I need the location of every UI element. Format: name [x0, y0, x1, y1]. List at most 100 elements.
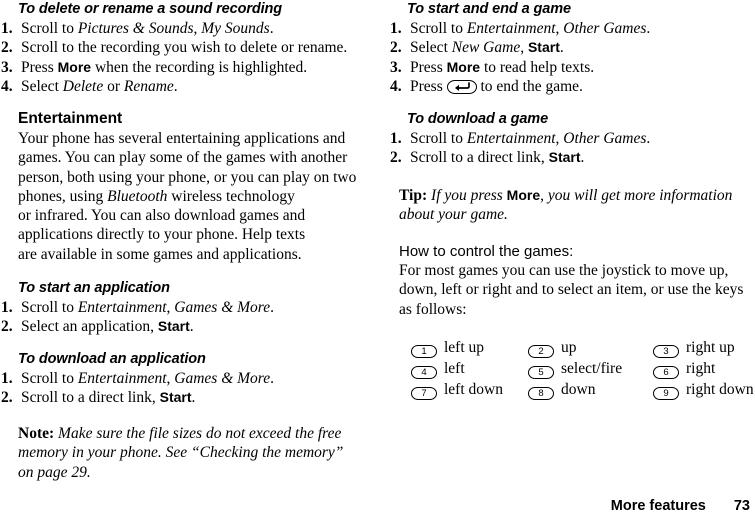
menu-path-part: Entertainment: [466, 130, 556, 147]
steps-download-game: 1. Scroll to Entertainment, Other Games. …: [389, 129, 650, 168]
step-number: 2.: [1, 389, 13, 407]
step-text: Scroll to Pictures & Sounds, My Sounds.: [21, 20, 274, 37]
keypad-key-8-icon: 8: [528, 387, 554, 400]
table-row: 4 left 5 select/fire 6 right: [389, 359, 755, 380]
entertainment-body: Your phone has several entertaining appl…: [18, 129, 356, 264]
list-item: 1. Scroll to Pictures & Sounds, My Sounds…: [0, 19, 347, 38]
key-mapping-cell: 1 left up: [411, 338, 484, 358]
menu-path-part: Entertainment: [77, 370, 167, 387]
step-text-pre: Scroll to: [21, 20, 78, 37]
step-text-post: .: [173, 77, 178, 95]
note-line: Note: Make sure the file sizes do not ex…: [18, 424, 343, 443]
list-item: 2. Scroll to a direct link, Start.: [0, 388, 274, 407]
keypad-key-1-icon: 1: [411, 345, 437, 358]
keypad-key-2-icon: 2: [528, 345, 554, 358]
step-number: 2.: [390, 149, 402, 167]
step-text-pre: Scroll to: [410, 130, 467, 147]
menu-path-part: Delete: [62, 77, 104, 95]
key-mapping-label: down: [561, 381, 596, 398]
step-text-pre: Press: [410, 77, 447, 95]
softkey-label: Start: [527, 39, 560, 56]
key-mapping-cell: 4 left: [411, 359, 465, 379]
step-text-post: to read help texts.: [480, 58, 595, 76]
menu-path-part: Entertainment: [77, 299, 167, 316]
list-item: 2. Select New Game, Start.: [389, 38, 650, 57]
list-item: 1. Scroll to Entertainment, Games & More.: [0, 298, 274, 317]
section-heading-how-to-control: How to control the games:: [399, 243, 574, 260]
softkey-label: More: [446, 58, 481, 75]
keypad-key-7-icon: 7: [411, 387, 437, 400]
step-text-post: .: [646, 20, 651, 37]
softkey-label: Start: [157, 318, 190, 335]
procedure-heading-download-application: To download an application: [18, 351, 206, 367]
tip-text-post: , you will get more information: [540, 187, 733, 204]
key-mapping-cell: 8 down: [528, 380, 595, 400]
key-mapping-label: right: [686, 360, 716, 377]
step-text: Scroll to Entertainment, Games & More.: [21, 299, 274, 316]
step-text: Press to end the game.: [410, 78, 583, 95]
menu-path-part: Games & More: [174, 299, 271, 316]
key-mapping-label: right down: [686, 381, 754, 398]
step-text-pre: Scroll to a direct link,: [21, 389, 160, 407]
step-number: 2.: [1, 318, 13, 336]
manual-page: To delete or rename a sound recording 1.…: [0, 0, 755, 520]
steps-delete-rename-sound: 1. Scroll to Pictures & Sounds, My Sounds…: [0, 19, 347, 96]
table-row: 7 left down 8 down 9 right down: [389, 380, 755, 401]
bluetooth-term: Bluetooth: [107, 187, 168, 205]
tip-text-pre: If you press: [427, 187, 507, 204]
procedure-heading-start-end-game: To start and end a game: [407, 1, 571, 17]
key-mapping-cell: 2 up: [528, 338, 577, 358]
list-item: 2. Scroll to a direct link, Start.: [389, 148, 650, 167]
keypad-key-9-icon: 9: [653, 387, 679, 400]
step-number: 3.: [390, 58, 402, 76]
step-text-pre: Scroll to: [21, 370, 78, 387]
key-mapping-cell: 9 right down: [653, 380, 754, 400]
step-text-post: to end the game.: [476, 77, 583, 95]
steps-start-application: 1. Scroll to Entertainment, Games & More.…: [0, 298, 274, 337]
list-item: 1. Scroll to Entertainment, Other Games.: [389, 129, 650, 148]
step-number: 1.: [390, 20, 402, 37]
keypad-key-4-icon: 4: [411, 366, 437, 379]
note-line: on page 29.: [18, 463, 91, 481]
back-arrow-key-icon: [446, 79, 477, 94]
list-item: 4. Select Delete or Rename.: [0, 77, 347, 96]
step-number: 3.: [1, 58, 13, 76]
step-text: Scroll to a direct link, Start.: [410, 149, 584, 166]
controls-body: For most games you can use the joystick …: [399, 261, 743, 319]
step-text-post: .: [189, 318, 194, 336]
step-number: 2.: [1, 39, 13, 57]
step-number: 1.: [390, 130, 402, 147]
steps-download-application: 1. Scroll to Entertainment, Games & More.…: [0, 369, 274, 408]
procedure-heading-start-application: To start an application: [18, 280, 170, 296]
procedure-heading-download-game: To download a game: [407, 111, 549, 127]
body-line: as follows:: [399, 300, 467, 318]
section-heading-entertainment: Entertainment: [18, 110, 123, 127]
tip-label: Tip:: [399, 187, 428, 204]
key-mapping-label: left: [444, 360, 465, 377]
key-mapping-label: left down: [444, 381, 503, 398]
menu-path-part: My Sounds: [201, 20, 270, 37]
body-line: games. You can play some of the games wi…: [18, 149, 348, 167]
step-text: Scroll to a direct link, Start.: [21, 389, 195, 406]
procedure-heading-delete-rename-sound: To delete or rename a sound recording: [18, 1, 283, 17]
step-text-mid: or: [103, 77, 124, 95]
step-text-pre: Scroll to: [21, 299, 78, 316]
steps-start-end-game: 1. Scroll to Entertainment, Other Games. …: [389, 19, 650, 96]
keypad-key-5-icon: 5: [528, 366, 554, 379]
step-text: Scroll to the recording you wish to dele…: [21, 39, 348, 57]
step-text-post: .: [191, 389, 196, 407]
footer-section-title: More features: [610, 498, 706, 514]
step-number: 1.: [1, 299, 13, 316]
page-footer: More features 73: [0, 498, 750, 514]
step-text-mid: ,: [520, 39, 528, 57]
step-text: Scroll to Entertainment, Other Games.: [410, 20, 650, 37]
menu-path-part: Pictures & Sounds: [77, 20, 194, 37]
list-item: 3. Press More when the recording is highl…: [0, 58, 347, 77]
softkey-label: More: [57, 58, 92, 75]
note-text: Make sure the file sizes do not exceed t…: [54, 425, 342, 442]
list-item: 4. Press to end the game.: [389, 77, 650, 96]
key-mapping-label: up: [561, 339, 577, 356]
menu-path-part: Entertainment: [466, 20, 556, 37]
step-text: Select an application, Start.: [21, 318, 194, 335]
step-text: Scroll to Entertainment, Other Games.: [410, 130, 650, 147]
